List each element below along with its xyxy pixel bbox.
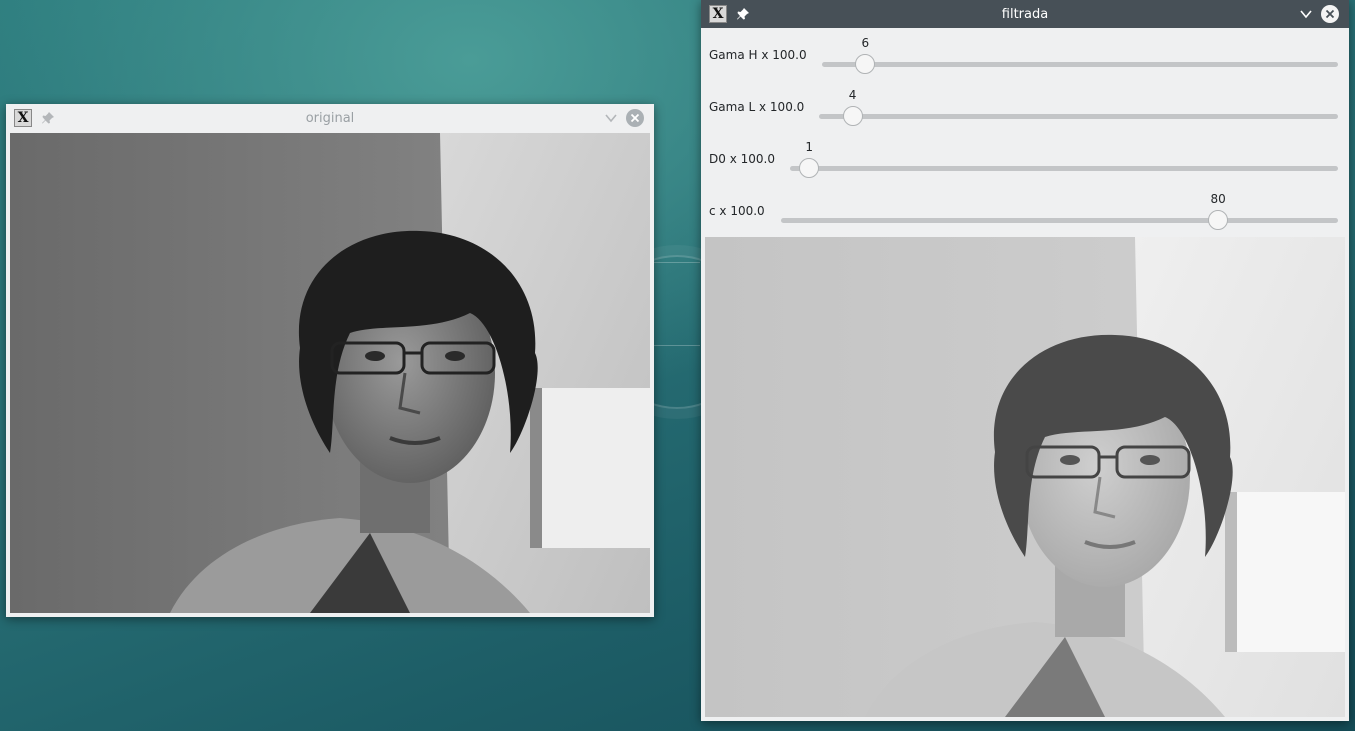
trackbar-gama-h: Gama H x 100.0 6: [701, 28, 1349, 80]
titlebar-original[interactable]: X original: [6, 104, 654, 132]
trackbar-value: 4: [848, 88, 857, 102]
window-title: filtrada: [1001, 6, 1049, 22]
trackbar-handle[interactable]: [1208, 210, 1229, 230]
original-image: [10, 133, 650, 613]
trackbar-groove[interactable]: [819, 114, 1338, 119]
trackbar-label: c x 100.0: [709, 204, 765, 218]
trackbar-value: 1: [805, 140, 814, 154]
chevron-down-icon[interactable]: [604, 111, 618, 125]
trackbar-label: Gama L x 100.0: [709, 100, 805, 114]
window-original[interactable]: X original: [6, 104, 654, 617]
pin-icon[interactable]: [735, 6, 751, 22]
chevron-down-icon[interactable]: [1299, 7, 1313, 21]
trackbar-c: c x 100.0 80: [701, 184, 1349, 236]
trackbar-value: 6: [861, 36, 870, 50]
trackbar-handle[interactable]: [855, 54, 876, 74]
trackbar-d0: D0 x 100.0 1: [701, 132, 1349, 184]
trackbar-value: 80: [1210, 192, 1226, 206]
close-icon[interactable]: [1321, 5, 1339, 23]
trackbar-handle[interactable]: [842, 106, 863, 126]
trackbar-groove[interactable]: [822, 62, 1338, 67]
window-filtrada[interactable]: X filtrada Gama H x 100.0 6 Gama L x 100…: [701, 0, 1349, 721]
trackbar-gama-l: Gama L x 100.0 4: [701, 80, 1349, 132]
trackbar-label: D0 x 100.0: [709, 152, 775, 166]
x11-app-icon[interactable]: X: [709, 5, 727, 23]
trackbar-label: Gama H x 100.0: [709, 48, 807, 62]
trackbar-groove[interactable]: [790, 166, 1338, 171]
pin-icon[interactable]: [40, 110, 56, 126]
close-icon[interactable]: [626, 109, 644, 127]
trackbar-groove[interactable]: [781, 218, 1338, 223]
filtered-image: [705, 237, 1345, 717]
trackbar-panel: Gama H x 100.0 6 Gama L x 100.0 4 D0 x 1…: [701, 28, 1349, 236]
x11-app-icon[interactable]: X: [14, 109, 32, 127]
window-title: original: [305, 110, 355, 126]
titlebar-filtrada[interactable]: X filtrada: [701, 0, 1349, 28]
trackbar-handle[interactable]: [799, 158, 820, 178]
